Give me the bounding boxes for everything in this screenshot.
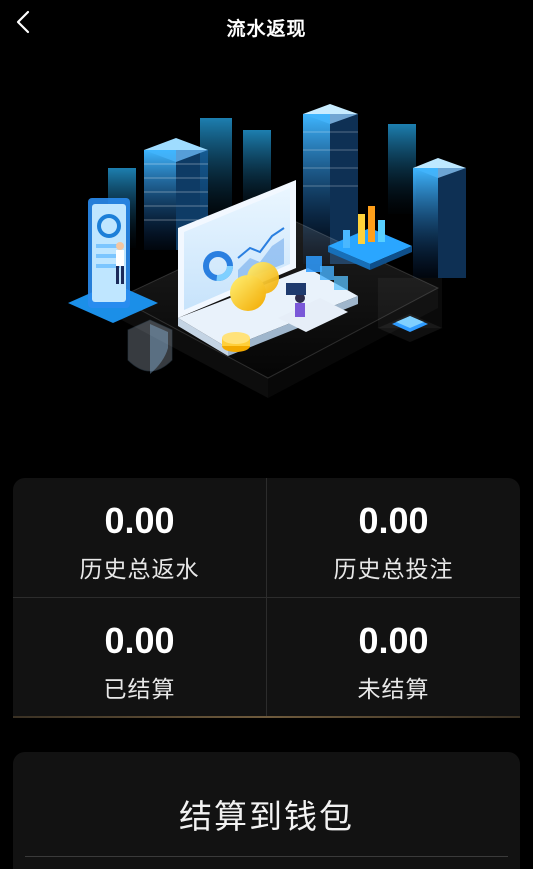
stat-unsettled: 0.00 未结算 — [267, 598, 520, 717]
stat-value: 0.00 — [358, 500, 429, 541]
hero-illustration — [58, 98, 478, 418]
isometric-dashboard-illustration — [68, 104, 466, 398]
stat-value: 0.00 — [358, 620, 429, 661]
page-title: 流水返现 — [226, 18, 307, 40]
settle-card: 结算到钱包 — [13, 752, 520, 869]
stat-label: 历史总投注 — [333, 557, 454, 583]
settle-to-wallet-button[interactable]: 结算到钱包 — [13, 790, 520, 838]
stat-label: 历史总返水 — [79, 557, 200, 583]
stats-card: 0.00 历史总返水 0.00 历史总投注 0.00 已结算 0.00 未结算 — [13, 478, 520, 718]
top-bar: 流水返现 — [0, 0, 533, 56]
divider — [25, 856, 508, 857]
stat-label: 未结算 — [357, 677, 430, 703]
stat-total-bets: 0.00 历史总投注 — [267, 478, 520, 597]
stat-label: 已结算 — [103, 677, 176, 703]
stat-value: 0.00 — [104, 620, 175, 661]
stat-settled: 0.00 已结算 — [13, 598, 266, 717]
stat-total-rebate: 0.00 历史总返水 — [13, 478, 266, 597]
stat-value: 0.00 — [104, 500, 175, 541]
